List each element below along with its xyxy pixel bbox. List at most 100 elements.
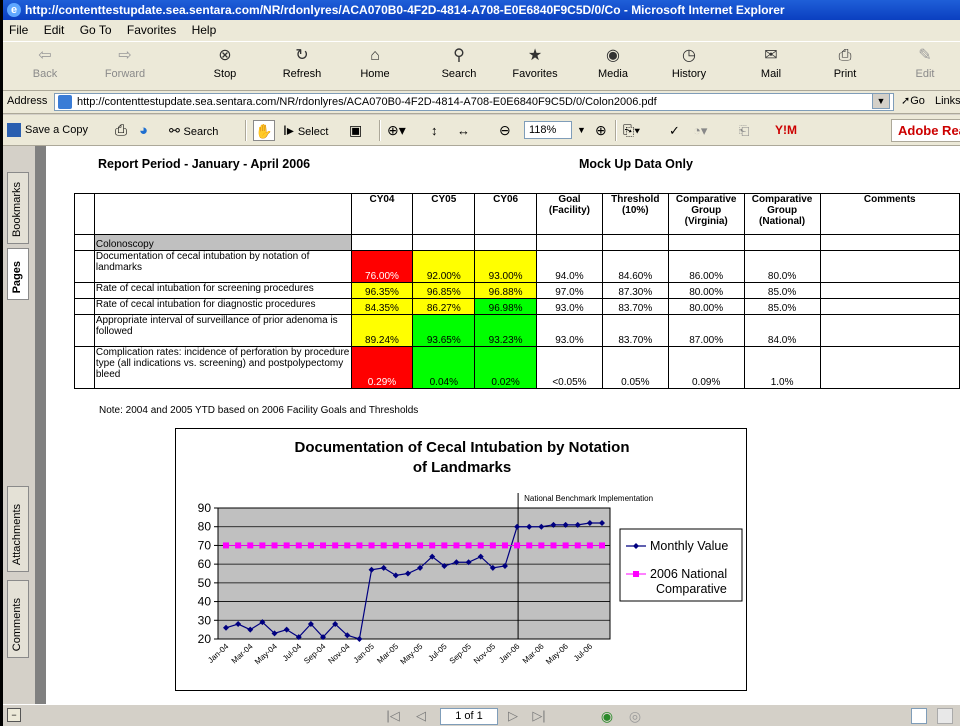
pane-toggle-button[interactable]: −: [7, 708, 21, 722]
table-header-row: CY04 CY05 CY06 Goal (Facility) Threshold…: [74, 193, 960, 235]
cell-cy04: 84.35%: [350, 298, 414, 315]
forward-button[interactable]: ⇨ Forward: [95, 46, 155, 80]
back-button[interactable]: ⇦ Back: [23, 46, 67, 80]
go-forward-view-button[interactable]: ◎: [627, 708, 643, 724]
print-pdf-button[interactable]: ⎙: [115, 120, 127, 141]
zoom-level-input[interactable]: 118%: [524, 121, 572, 139]
favorites-button[interactable]: ★ Favorites: [507, 46, 563, 80]
tab-bookmarks[interactable]: Bookmarks: [7, 172, 29, 244]
cell-comments: [819, 298, 960, 315]
next-page-icon: ▷: [508, 708, 518, 723]
cell-cy05: 86.27%: [412, 298, 476, 315]
national-comparative-point: [599, 542, 605, 549]
snapshot-button[interactable]: ▣: [349, 120, 362, 141]
cell-comments: [819, 314, 960, 347]
table-row: Appropriate interval of surveillance of …: [74, 314, 960, 347]
national-comparative-point: [344, 542, 351, 549]
history-button[interactable]: ◷ History: [663, 46, 715, 80]
select-tool-button[interactable]: I▸ Select: [283, 120, 328, 141]
national-comparative-point: [514, 542, 521, 549]
page-number-field[interactable]: 1 of 1: [440, 708, 498, 725]
hand-icon: ✋: [255, 123, 273, 139]
hand-tool-button[interactable]: ✋: [253, 120, 275, 141]
x-tick-label: Mar-05: [375, 641, 400, 665]
national-comparative-point: [550, 542, 557, 549]
browser-window: e http://contenttestupdate.sea.sentara.co…: [3, 0, 960, 726]
home-button[interactable]: ⌂ Home: [355, 46, 395, 80]
national-comparative-point: [259, 542, 266, 549]
zoom-in-button[interactable]: ⊕: [595, 120, 607, 141]
address-dropdown-button[interactable]: ▼: [872, 93, 890, 109]
x-tick-label: Jan-06: [497, 641, 522, 664]
continuous-layout-button[interactable]: [937, 708, 953, 724]
search-button[interactable]: ⚲ Search: [435, 46, 483, 80]
menu-goto[interactable]: Go To: [80, 20, 112, 41]
window-title: http://contenttestupdate.sea.sentara.com…: [25, 3, 785, 17]
save-copy-button[interactable]: Save a Copy: [7, 120, 88, 141]
email-button[interactable]: ◕: [139, 120, 148, 141]
cell-goal: 93.0%: [536, 314, 603, 347]
legend-label-national-line-1: 2006 National: [650, 567, 727, 581]
col-header-national: Comparative Group (National): [743, 193, 821, 235]
tab-comments[interactable]: Comments: [7, 580, 29, 658]
national-comparative-point: [586, 542, 593, 549]
fit-page-button[interactable]: ↕: [431, 120, 438, 141]
fit-width-button[interactable]: ↔: [457, 120, 470, 141]
go-button[interactable]: ➚Go: [901, 91, 925, 112]
col-header-virginia: Comparative Group (Virginia): [667, 193, 745, 235]
cell-cy05: 92.00%: [412, 250, 476, 283]
tab-pages[interactable]: Pages: [7, 248, 29, 300]
chart-svg: Documentation of Cecal Intubation by Not…: [198, 439, 743, 666]
last-page-button[interactable]: ▷|: [531, 708, 547, 724]
cell-virginia: 87.00%: [667, 314, 745, 347]
cell-virginia: 80.00%: [667, 298, 745, 315]
zoom-dropdown-button[interactable]: ▼: [577, 120, 586, 141]
comment-button[interactable]: ◔▾: [693, 120, 707, 141]
rotate-button[interactable]: ⎘▾: [623, 120, 640, 141]
menu-favorites[interactable]: Favorites: [127, 20, 176, 41]
print-button[interactable]: ⎙ Print: [825, 46, 865, 80]
x-tick-label: May-05: [399, 641, 425, 666]
go-back-view-button[interactable]: ◉: [599, 708, 615, 724]
zoom-in-tool-button[interactable]: ⊕▾: [387, 120, 406, 141]
links-button[interactable]: Links: [935, 91, 960, 112]
edit-button[interactable]: ✎ Edit: [905, 46, 945, 80]
previous-page-button[interactable]: ◁: [413, 708, 429, 724]
national-comparative-point: [356, 542, 363, 549]
refresh-button[interactable]: ↻ Refresh: [277, 46, 327, 80]
table-cell: [74, 282, 95, 299]
media-button[interactable]: ◉ Media: [591, 46, 635, 80]
zoom-out-button[interactable]: ⊖: [499, 120, 511, 141]
toolbar-separator: [245, 120, 247, 141]
row-label: Rate of cecal intubation for screening p…: [93, 282, 352, 299]
y-tick-label: 90: [198, 501, 212, 515]
spellcheck-button[interactable]: ✓: [669, 120, 680, 141]
national-comparative-point: [562, 542, 569, 549]
next-page-button[interactable]: ▷: [505, 708, 521, 724]
tab-attachments[interactable]: Attachments: [7, 486, 29, 572]
cell-threshold: 84.60%: [601, 250, 669, 283]
pdf-search-button[interactable]: ⚯ Search: [169, 120, 218, 141]
national-comparative-point: [247, 542, 254, 549]
address-input[interactable]: http://contenttestupdate.sea.sentara.com…: [54, 93, 894, 111]
document-viewport[interactable]: Report Period - January - April 2006 Moc…: [36, 146, 960, 704]
report-period: Report Period - January - April 2006: [98, 157, 311, 171]
yahoo-button[interactable]: Y!M: [775, 120, 797, 141]
menu-edit[interactable]: Edit: [44, 20, 65, 41]
cell-comments: [819, 250, 960, 283]
legend-label-national-line-2: Comparative: [656, 582, 727, 596]
col-header-cy04: CY04: [350, 193, 414, 235]
menu-help[interactable]: Help: [192, 20, 217, 41]
first-page-button[interactable]: |◁: [385, 708, 401, 724]
yahoo-icon: Y!M: [775, 123, 797, 137]
national-comparative-point: [477, 542, 484, 549]
menu-file[interactable]: File: [9, 20, 28, 41]
x-tick-label: Nov-05: [472, 641, 498, 665]
stop-button[interactable]: ⊗ Stop: [203, 46, 247, 80]
mail-button[interactable]: ✉ Mail: [751, 46, 791, 80]
copy-button[interactable]: ⎗: [739, 120, 749, 141]
y-tick-label: 80: [198, 520, 212, 534]
single-page-layout-button[interactable]: [911, 708, 927, 724]
national-comparative-point: [307, 542, 314, 549]
cell-cy06: 93.00%: [474, 250, 538, 283]
